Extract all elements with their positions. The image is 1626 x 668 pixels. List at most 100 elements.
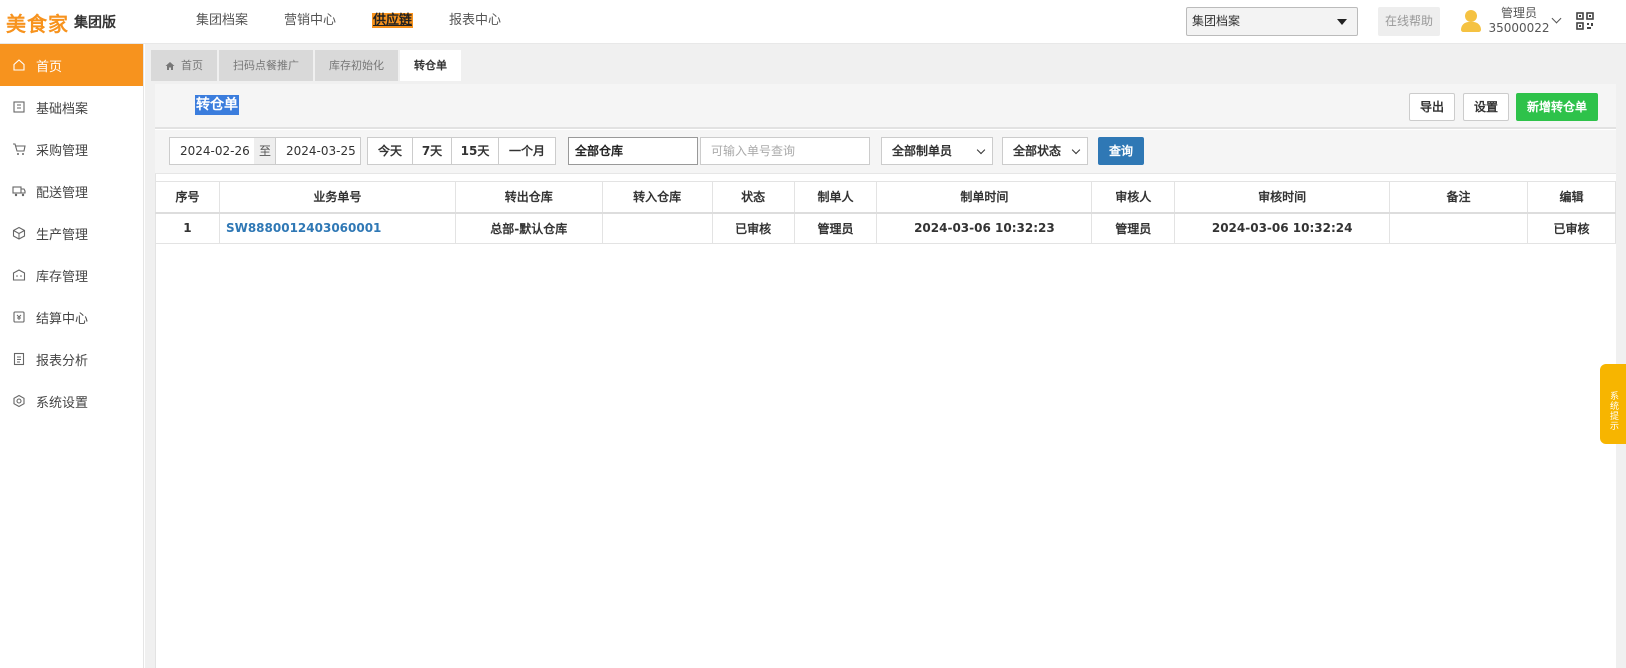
user-id: 35000022 [1488,21,1550,35]
range-15days-button[interactable]: 15天 [451,137,499,165]
col-header-remark[interactable]: 备注 [1389,181,1528,214]
cell-from-warehouse: 总部-默认仓库 [454,212,603,244]
cell-index: 1 [155,212,220,244]
logo[interactable]: 美食家 集团版 [6,7,116,37]
warehouse-input[interactable]: 全部仓库 [568,137,698,165]
maker-select-value: 全部制单员 [892,144,953,158]
sidebar-item-label: 首页 [36,59,63,75]
query-button[interactable]: 查询 [1098,137,1144,165]
sidebar-item-inventory[interactable]: 库存管理 [0,254,143,296]
caret-down-icon [1337,19,1347,25]
sidebar-item-label: 库存管理 [36,269,89,285]
avatar[interactable] [1460,10,1482,34]
table-row[interactable]: 1 SW8880012403060001 总部-默认仓库 已审核 管理员 202… [155,212,1617,244]
panel-border [155,174,156,668]
main-panel: 转仓单 导出 设置 新增转仓单 2024-02-26 至 2024-03-25 … [155,84,1617,668]
cell-remark [1389,212,1528,244]
range-month-button[interactable]: 一个月 [498,137,556,165]
cell-status: 已审核 [711,212,795,244]
chevron-down-icon [1071,145,1081,155]
sidebar-item-home[interactable]: 首页 [0,44,143,86]
sidebar-item-label: 报表分析 [36,353,89,369]
range-today-button[interactable]: 今天 [367,137,413,165]
sidebar-item-settlement[interactable]: 结算中心 [0,296,143,338]
transfer-order-table: 序号 业务单号 转出仓库 转入仓库 状态 制单人 制单时间 审核人 审核时间 备… [155,181,1617,244]
sidebar-item-delivery[interactable]: 配送管理 [0,170,143,212]
date-to-input[interactable]: 2024-03-25 [275,137,361,165]
page-title: 转仓单 [195,95,239,115]
tab-inventory-init[interactable]: 库存初始化 [315,50,398,81]
filter-bar: 2024-02-26 至 2024-03-25 今天 7天 15天 一个月 全部… [155,130,1616,174]
group-select-value: 集团档案 [1192,14,1241,28]
group-select[interactable]: 集团档案 [1186,7,1358,36]
settings-button[interactable]: 设置 [1463,93,1509,121]
add-transfer-order-button[interactable]: 新增转仓单 [1516,93,1598,121]
sidebar-item-report-analysis[interactable]: 报表分析 [0,338,143,380]
warehouse-icon [12,268,26,282]
avatar-body [1461,22,1481,32]
cell-edit[interactable]: 已审核 [1526,212,1617,244]
online-help-button[interactable]: 在线帮助 [1378,7,1440,36]
report-icon [12,352,26,366]
top-nav-group-archive[interactable]: 集团档案 [178,0,266,44]
cell-to-warehouse [601,212,713,244]
col-header-auditor[interactable]: 审核人 [1091,181,1176,214]
top-nav: 集团档案 营销中心 供应链 报表中心 [178,0,519,44]
avatar-head [1465,10,1477,22]
cube-icon [12,226,26,240]
qr-code-icon[interactable] [1576,12,1594,30]
col-header-audit-time[interactable]: 审核时间 [1174,181,1391,214]
date-separator: 至 [254,137,276,165]
col-header-index[interactable]: 序号 [155,181,220,214]
sidebar: 首页 基础档案 采购管理 配送管理 生产管理 库存管理 结算中心 报表分析 系统… [0,44,144,668]
tab-label: 首页 [181,59,203,72]
status-select[interactable]: 全部状态 [1002,137,1088,165]
col-header-edit[interactable]: 编辑 [1526,181,1617,214]
tab-home[interactable]: 首页 [151,50,217,81]
col-header-from-warehouse[interactable]: 转出仓库 [454,181,603,214]
cell-maker: 管理员 [793,212,878,244]
settings-icon [12,394,26,408]
tab-transfer-order[interactable]: 转仓单 [400,50,461,81]
top-nav-marketing[interactable]: 营销中心 [266,0,354,44]
bill-icon [12,310,26,324]
home-icon [165,62,175,70]
logo-edition: 集团版 [74,15,116,31]
sidebar-item-label: 配送管理 [36,185,89,201]
status-select-value: 全部状态 [1013,144,1062,158]
sidebar-item-production[interactable]: 生产管理 [0,212,143,254]
sidebar-item-label: 系统设置 [36,395,89,411]
date-from-input[interactable]: 2024-02-26 [169,137,255,165]
col-header-make-time[interactable]: 制单时间 [876,181,1093,214]
sidebar-item-label: 结算中心 [36,311,89,327]
cell-make-time: 2024-03-06 10:32:23 [876,212,1093,244]
panel-header: 转仓单 导出 设置 新增转仓单 [155,84,1616,129]
order-search-input[interactable]: 可输入单号查询 [700,137,870,165]
cell-audit-time: 2024-03-06 10:32:24 [1174,212,1391,244]
sidebar-item-label: 基础档案 [36,101,89,117]
content-area: 首页 扫码点餐推广 库存初始化 转仓单 转仓单 导出 设置 新增转仓单 2024… [145,44,1626,668]
export-button[interactable]: 导出 [1409,93,1455,121]
col-header-maker[interactable]: 制单人 [793,181,878,214]
archive-icon [12,100,26,114]
top-nav-reports[interactable]: 报表中心 [431,0,519,44]
range-7days-button[interactable]: 7天 [412,137,452,165]
top-nav-supply-chain-label: 供应链 [372,13,414,28]
sidebar-item-system-settings[interactable]: 系统设置 [0,380,143,422]
cell-order-no-link[interactable]: SW8880012403060001 [218,212,456,244]
logo-brand: 美食家 [6,11,69,36]
home-icon [12,58,26,72]
tab-scan-order-promo[interactable]: 扫码点餐推广 [219,50,313,81]
col-header-status[interactable]: 状态 [711,181,795,214]
col-header-order-no[interactable]: 业务单号 [218,181,456,214]
page-tabs: 首页 扫码点餐推广 库存初始化 转仓单 [151,50,463,81]
user-name[interactable]: 管理员 [1484,6,1554,21]
sidebar-item-basic-archive[interactable]: 基础档案 [0,86,143,128]
sidebar-item-purchase[interactable]: 采购管理 [0,128,143,170]
top-nav-supply-chain[interactable]: 供应链 [354,0,431,44]
system-tip-tab[interactable]: 系统提示 [1600,364,1626,444]
col-header-to-warehouse[interactable]: 转入仓库 [601,181,713,214]
maker-select[interactable]: 全部制单员 [881,137,993,165]
cart-icon [12,142,26,156]
sidebar-item-label: 采购管理 [36,143,89,159]
